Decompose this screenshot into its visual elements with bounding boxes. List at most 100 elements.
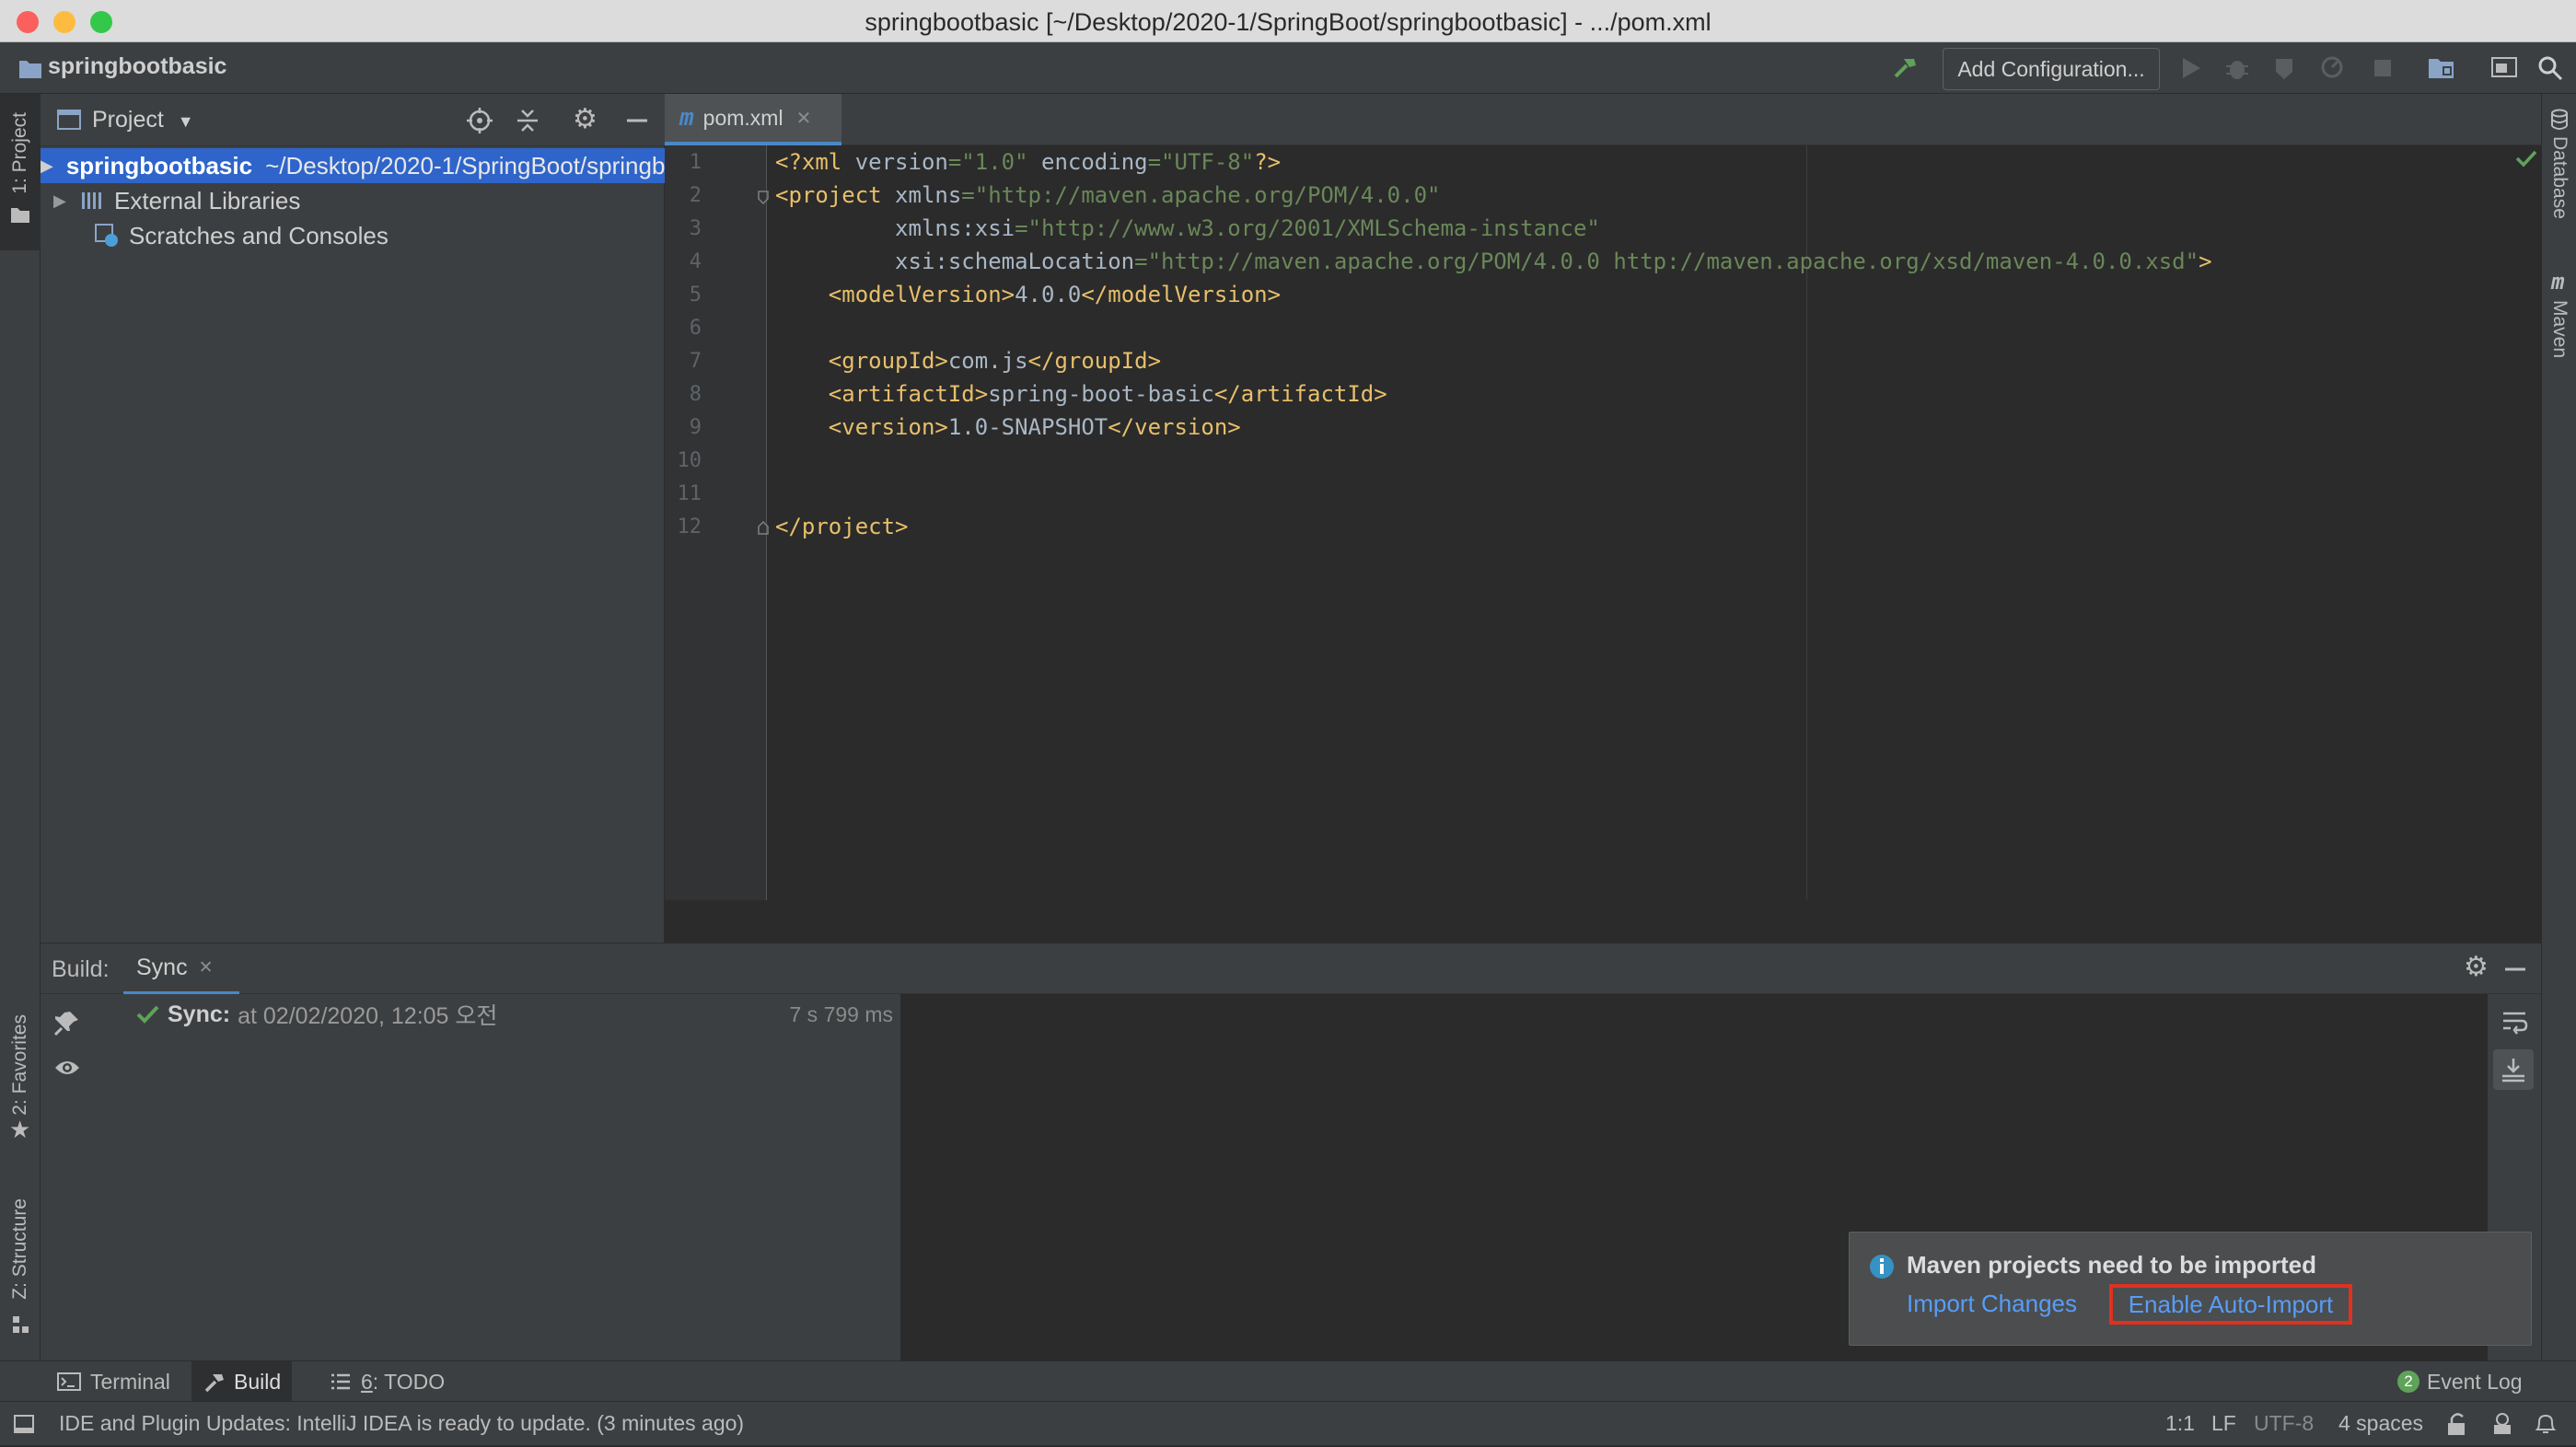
locate-file-icon[interactable] [466,107,493,134]
event-log-badge: 2 [2397,1371,2419,1393]
debug-icon[interactable] [2222,53,2252,83]
gear-icon[interactable]: ⚙ [2464,951,2489,983]
build-tab-label: Build [234,1369,282,1394]
code-line[interactable]: xmlns:xsi="http://www.w3.org/2001/XMLSch… [775,215,1600,241]
line-number: 5 [689,284,702,307]
soft-wrap-icon[interactable] [2501,1009,2528,1035]
terminal-tab-label: Terminal [90,1369,170,1394]
terminal-tool-tab[interactable]: Terminal [46,1361,181,1402]
tree-item-project-root[interactable]: ▶ springbootbasic ~/Desktop/2020-1/Sprin… [41,148,665,183]
sync-time: at 02/02/2020, 12:05 오전 [238,1003,498,1029]
scratches-label: Scratches and Consoles [129,221,389,249]
close-tab-icon[interactable]: ✕ [796,107,812,130]
pin-icon[interactable] [53,1009,81,1036]
hammer-icon [204,1374,224,1393]
project-view-dropdown[interactable]: Project ▼ [92,107,194,133]
fold-marker-icon[interactable] [757,190,770,204]
code-line[interactable]: <?xml version="1.0" encoding="UTF-8"?> [775,149,1281,175]
line-number: 1 [689,151,702,174]
check-icon [136,1005,159,1024]
search-everywhere-icon[interactable] [2535,53,2565,83]
code-line[interactable]: </project> [775,514,909,539]
todo-tool-tab[interactable]: 6: TODO [319,1361,456,1402]
event-log-tool-tab[interactable]: 2 Event Log [2386,1361,2534,1402]
editor-horizontal-scroll[interactable] [665,900,2541,943]
caret-position[interactable]: 1:1 [2165,1411,2195,1436]
status-message[interactable]: IDE and Plugin Updates: IntelliJ IDEA is… [59,1411,744,1436]
tree-item-scratches[interactable]: Scratches and Consoles [41,218,665,253]
project-structure-icon[interactable] [2427,53,2456,83]
navigation-toolbar: springbootbasic Add Configuration... [0,42,2576,94]
maven-file-icon: m [679,104,694,132]
tab-label: pom.xml [702,105,783,130]
import-changes-link[interactable]: Import Changes [1907,1290,2077,1318]
add-configuration-button[interactable]: Add Configuration... [1943,48,2160,90]
scroll-to-end-button[interactable] [2493,1049,2534,1090]
breadcrumb-project[interactable]: springbootbasic [48,53,226,80]
project-tool-tab[interactable]: 1: Project [0,94,41,250]
hide-panel-icon[interactable] [624,107,650,134]
tab-sync[interactable]: Sync ✕ [123,943,239,995]
chevron-down-icon: ▼ [177,112,194,131]
expand-arrow-icon[interactable]: ▶ [53,191,74,211]
lock-icon[interactable] [2445,1411,2469,1437]
tree-item-external-libraries[interactable]: ▶ External Libraries [41,183,665,218]
project-root-name: springbootbasic [65,151,253,179]
database-tab-label: Database [2549,136,2570,219]
todo-mnemonic: 6 [361,1369,373,1394]
maven-tool-tab[interactable]: m Maven [2542,269,2576,388]
code-line[interactable]: xsi:schemaLocation="http://maven.apache.… [775,249,2212,274]
inspector-icon[interactable] [2489,1411,2515,1437]
hide-panel-icon[interactable] [2502,956,2528,982]
code-line[interactable]: <project xmlns="http://maven.apache.org/… [775,182,1440,208]
code-line[interactable]: <modelVersion>4.0.0</modelVersion> [775,282,1281,307]
sync-title: Sync: [168,1001,231,1027]
project-view-icon [57,110,81,130]
expand-arrow-icon[interactable]: ▶ [41,156,53,176]
profile-icon[interactable] [2318,53,2348,83]
build-panel-label: Build: [52,956,110,982]
code-editor[interactable]: 1 2 3 4 5 6 7 8 9 10 11 12 <?xml version… [665,145,2541,943]
line-number: 6 [689,317,702,340]
maven-tab-label: Maven [2549,300,2570,359]
database-tool-tab[interactable]: Database [2542,109,2576,247]
gear-icon[interactable]: ⚙ [573,103,598,135]
toggle-tool-windows-icon[interactable] [13,1413,35,1435]
run-icon[interactable] [2176,53,2206,83]
notifications-icon[interactable] [2532,1411,2559,1437]
folder-icon [19,61,41,78]
code-line[interactable]: <artifactId>spring-boot-basic</artifactI… [775,381,1387,407]
build-hammer-icon[interactable] [1891,53,1920,83]
eye-icon[interactable] [53,1057,81,1079]
todo-tab-label: : TODO [372,1369,446,1394]
build-tool-tab[interactable]: Build [191,1361,293,1402]
favorites-tab-label: 2: Favorites [9,1014,30,1116]
code-line[interactable]: <groupId>com.js</groupId> [775,348,1161,374]
bottom-tool-tabs: Terminal Build 6: TODO 2 Event Log [0,1360,2576,1402]
project-tool-window: Project ▼ ⚙ ▶ springbootbasic ~/Desktop/… [41,94,665,943]
project-panel-header: Project ▼ ⚙ [41,94,665,146]
tab-pom-xml[interactable]: m pom.xml ✕ [665,94,841,145]
enable-auto-import-link[interactable]: Enable Auto-Import [2109,1284,2352,1325]
line-number-gutter: 1 2 3 4 5 6 7 8 9 10 11 12 [665,145,770,900]
line-separator[interactable]: LF [2211,1411,2236,1436]
code-line[interactable]: <version>1.0-SNAPSHOT</version> [775,414,1241,440]
run-with-coverage-icon[interactable] [2270,53,2300,83]
sync-result-row[interactable]: Sync: at 02/02/2020, 12:05 오전 7 s 799 ms [94,994,900,1035]
collapse-all-icon[interactable] [514,107,541,134]
list-icon [331,1373,350,1390]
project-tab-label: 1: Project [9,112,30,194]
fold-marker-icon[interactable] [757,521,770,536]
info-icon [1870,1255,1894,1279]
stop-icon[interactable] [2368,53,2397,83]
indent-setting[interactable]: 4 spaces [2338,1411,2423,1436]
file-encoding[interactable]: UTF-8 [2254,1411,2314,1436]
libraries-icon [82,192,101,209]
terminal-icon [57,1372,81,1391]
maven-import-notification: Maven projects need to be imported Impor… [1849,1232,2532,1346]
presentation-mode-icon[interactable] [2489,53,2519,83]
line-number: 12 [677,515,702,538]
window-title: springbootbasic [~/Desktop/2020-1/Spring… [864,8,1712,36]
build-left-toolbar [41,994,95,1360]
close-tab-icon[interactable]: ✕ [199,957,214,978]
